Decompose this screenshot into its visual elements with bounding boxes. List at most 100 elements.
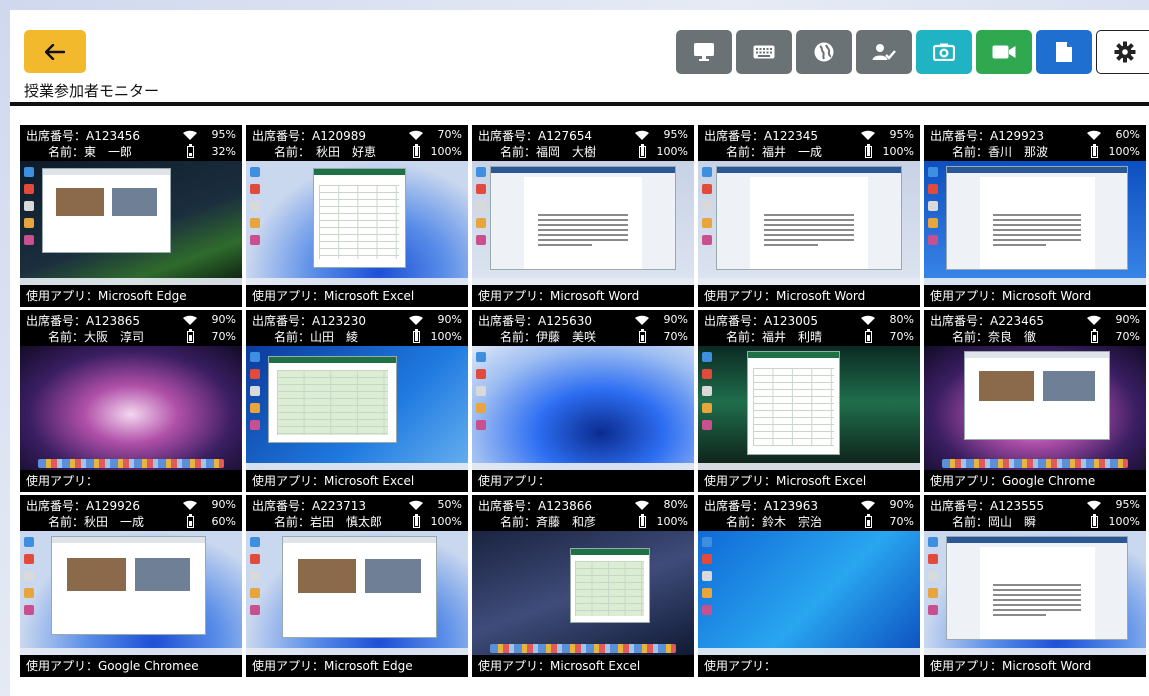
globe-icon bbox=[814, 42, 834, 62]
screen-thumbnail[interactable] bbox=[924, 531, 1146, 655]
attendance-number: 出席番号：A125630 bbox=[478, 314, 593, 328]
wifi-icon bbox=[635, 500, 649, 510]
wifi-strength: 95% bbox=[889, 128, 914, 141]
student-tile[interactable]: 出席番号：A129923 名前：香川 那波 60% 100% 使用アプリ：Mic… bbox=[924, 125, 1146, 307]
monitor-icon bbox=[694, 43, 714, 61]
wifi-strength: 90% bbox=[211, 313, 236, 326]
battery-icon bbox=[1091, 514, 1098, 528]
battery-level: 70% bbox=[889, 330, 914, 343]
student-name: 名前：福岡 大樹 bbox=[500, 145, 597, 159]
screen-thumbnail[interactable] bbox=[246, 531, 468, 655]
wifi-strength: 90% bbox=[1115, 313, 1140, 326]
screen-thumbnail[interactable] bbox=[698, 531, 920, 655]
battery-level: 70% bbox=[211, 330, 236, 343]
active-app: 使用アプリ：Microsoft Word bbox=[930, 289, 1092, 303]
student-tile[interactable]: 出席番号：A120989 名前： 秋田 好恵 70% 100% 使用アプリ：Mi… bbox=[246, 125, 468, 307]
student-tile[interactable]: 出席番号：A125630 名前：伊藤 美咲 90% 70% 使用アプリ： bbox=[472, 310, 694, 492]
screen-thumbnail[interactable] bbox=[246, 161, 468, 285]
student-tile[interactable]: 出席番号：A122345 名前：福井 一成 95% 100% 使用アプリ：Mic… bbox=[698, 125, 920, 307]
student-tile[interactable]: 出席番号：A123555 名前：岡山 瞬 95% 100% 使用アプリ：Micr… bbox=[924, 495, 1146, 677]
keyboard-lock-button[interactable] bbox=[736, 30, 792, 74]
battery-icon bbox=[187, 144, 194, 158]
back-button[interactable] bbox=[24, 30, 86, 73]
active-app: 使用アプリ： bbox=[704, 659, 777, 673]
battery-icon bbox=[639, 144, 646, 158]
active-app: 使用アプリ：Microsoft Excel bbox=[704, 474, 867, 488]
student-tile[interactable]: 出席番号：A127654 名前：福岡 大樹 95% 100% 使用アプリ：Mic… bbox=[472, 125, 694, 307]
screen-thumbnail[interactable] bbox=[246, 346, 468, 470]
screen-thumbnail[interactable] bbox=[924, 346, 1146, 470]
attendance-number: 出席番号：A127654 bbox=[478, 129, 593, 143]
wifi-strength: 80% bbox=[889, 313, 914, 326]
screen-thumbnail[interactable] bbox=[472, 531, 694, 655]
student-name: 名前：岩田 慎太郎 bbox=[274, 515, 383, 529]
attendance-button[interactable] bbox=[856, 30, 912, 74]
wifi-strength: 90% bbox=[437, 313, 462, 326]
wifi-strength: 95% bbox=[663, 128, 688, 141]
student-tile[interactable]: 出席番号：A123865 名前：大阪 淳司 90% 70% 使用アプリ： bbox=[20, 310, 242, 492]
student-tile[interactable]: 出席番号：A223465 名前：奈良 徹 90% 70% 使用アプリ：Googl… bbox=[924, 310, 1146, 492]
battery-level: 32% bbox=[211, 145, 236, 158]
battery-level: 100% bbox=[1108, 515, 1140, 528]
battery-level: 100% bbox=[882, 145, 914, 158]
student-tile[interactable]: 出席番号：A123005 名前：福井 利晴 80% 70% 使用アプリ：Micr… bbox=[698, 310, 920, 492]
monitor-panel: 授業参加者モニター 出席番号：A123456 名前：東 一郎 95% 32% 使… bbox=[10, 10, 1149, 696]
settings-button[interactable] bbox=[1096, 30, 1149, 74]
student-name: 名前：伊藤 美咲 bbox=[500, 330, 597, 344]
student-name: 名前：鈴木 宗治 bbox=[726, 515, 823, 529]
student-tile[interactable]: 出席番号：A123866 名前：斉藤 和彦 80% 100% 使用アプリ：Mic… bbox=[472, 495, 694, 677]
screen-share-button[interactable] bbox=[676, 30, 732, 74]
battery-icon bbox=[1091, 144, 1098, 158]
screen-thumbnail[interactable] bbox=[20, 531, 242, 655]
screen-thumbnail[interactable] bbox=[20, 346, 242, 470]
student-grid: 出席番号：A123456 名前：東 一郎 95% 32% 使用アプリ：Micro… bbox=[20, 125, 1146, 677]
student-tile[interactable]: 出席番号：A123230 名前：山田 綾 90% 100% 使用アプリ：Micr… bbox=[246, 310, 468, 492]
web-restrict-button[interactable] bbox=[796, 30, 852, 74]
wifi-icon bbox=[1087, 130, 1101, 140]
student-tile[interactable]: 出席番号：A223713 名前：岩田 慎太郎 50% 100% 使用アプリ：Mi… bbox=[246, 495, 468, 677]
record-button[interactable] bbox=[976, 30, 1032, 74]
screenshot-button[interactable] bbox=[916, 30, 972, 74]
screen-thumbnail[interactable] bbox=[924, 161, 1146, 285]
student-name: 名前：岡山 瞬 bbox=[952, 515, 1037, 529]
attendance-number: 出席番号：A129923 bbox=[930, 129, 1045, 143]
document-button[interactable] bbox=[1036, 30, 1092, 74]
attendance-number: 出席番号：A122345 bbox=[704, 129, 819, 143]
student-tile[interactable]: 出席番号：A129926 名前：秋田 一成 90% 60% 使用アプリ：Goog… bbox=[20, 495, 242, 677]
wifi-icon bbox=[861, 130, 875, 140]
attendance-number: 出席番号：A223713 bbox=[252, 499, 367, 513]
wifi-icon bbox=[635, 130, 649, 140]
battery-icon bbox=[639, 329, 646, 343]
header-divider bbox=[10, 102, 1149, 106]
wifi-strength: 80% bbox=[663, 498, 688, 511]
wifi-strength: 90% bbox=[211, 498, 236, 511]
screen-thumbnail[interactable] bbox=[698, 346, 920, 470]
wifi-strength: 70% bbox=[437, 128, 462, 141]
wifi-strength: 90% bbox=[889, 498, 914, 511]
arrow-left-icon bbox=[45, 43, 65, 60]
student-name: 名前：香川 那波 bbox=[952, 145, 1049, 159]
active-app: 使用アプリ：Microsoft Excel bbox=[252, 289, 415, 303]
student-name: 名前：秋田 一成 bbox=[48, 515, 145, 529]
wifi-icon bbox=[183, 130, 197, 140]
student-name: 名前：東 一郎 bbox=[48, 145, 133, 159]
screen-thumbnail[interactable] bbox=[472, 161, 694, 285]
keyboard-icon bbox=[753, 45, 775, 59]
battery-level: 100% bbox=[430, 515, 462, 528]
attendance-number: 出席番号：A123456 bbox=[26, 129, 141, 143]
screen-thumbnail[interactable] bbox=[472, 346, 694, 470]
attendance-number: 出席番号：A123555 bbox=[930, 499, 1045, 513]
attendance-number: 出席番号：A129926 bbox=[26, 499, 141, 513]
battery-icon bbox=[187, 514, 194, 528]
battery-icon bbox=[413, 329, 420, 343]
screen-thumbnail[interactable] bbox=[20, 161, 242, 285]
student-name: 名前：福井 一成 bbox=[726, 145, 823, 159]
student-tile[interactable]: 出席番号：A123456 名前：東 一郎 95% 32% 使用アプリ：Micro… bbox=[20, 125, 242, 307]
screen-thumbnail[interactable] bbox=[698, 161, 920, 285]
attendance-number: 出席番号：A223465 bbox=[930, 314, 1045, 328]
student-name: 名前：山田 綾 bbox=[274, 330, 359, 344]
student-tile[interactable]: 出席番号：A123963 名前：鈴木 宗治 90% 70% 使用アプリ： bbox=[698, 495, 920, 677]
student-name: 名前：大阪 淳司 bbox=[48, 330, 145, 344]
active-app: 使用アプリ： bbox=[26, 474, 99, 488]
wifi-icon bbox=[409, 130, 423, 140]
